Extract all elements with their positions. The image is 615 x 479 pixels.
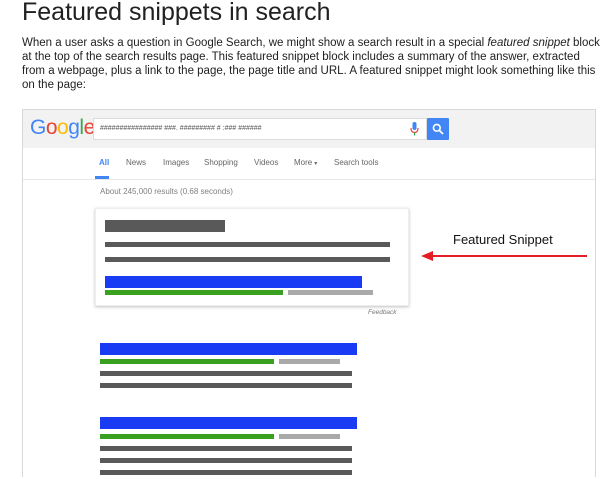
- result-text-line: [100, 470, 352, 475]
- logo-letter: o: [45, 116, 58, 139]
- logo-letter: G: [30, 116, 46, 139]
- intro-text-start: When a user asks a question in Google Se…: [22, 37, 488, 49]
- featured-snippet-card: [95, 208, 409, 306]
- search-header: Google ################ ###. ######### #…: [23, 110, 595, 148]
- snippet-text-line: [105, 257, 390, 262]
- snippet-url: [105, 290, 283, 295]
- search-tabs: All News Images Shopping Videos More ▾ Se…: [23, 148, 595, 180]
- search-query-text: ################ ###. ######### # :### #…: [100, 125, 262, 132]
- intro-paragraph: When a user asks a question in Google Se…: [22, 36, 602, 92]
- snippet-title-link[interactable]: [105, 276, 362, 288]
- intro-text-emphasis: featured snippet: [487, 37, 570, 49]
- active-tab-indicator: [95, 176, 109, 179]
- tab-more[interactable]: More ▾: [294, 158, 317, 167]
- search-icon: [432, 123, 444, 135]
- tab-shopping[interactable]: Shopping: [204, 158, 238, 167]
- search-button[interactable]: [427, 118, 449, 140]
- result-url-suffix: [279, 359, 340, 364]
- tab-news[interactable]: News: [126, 158, 146, 167]
- google-logo[interactable]: Google: [30, 116, 95, 140]
- tab-search-tools[interactable]: Search tools: [334, 158, 378, 167]
- result-text-line: [100, 371, 352, 376]
- result-text-line: [100, 446, 352, 451]
- result-text-line: [100, 383, 352, 388]
- search-input[interactable]: ################ ###. ######### # :### #…: [93, 118, 427, 140]
- result-text-line: [100, 458, 352, 463]
- results-count: About 245,000 results (0.68 seconds): [100, 187, 233, 196]
- chevron-down-icon: ▾: [314, 161, 318, 167]
- result-url: [100, 434, 274, 439]
- tab-images[interactable]: Images: [163, 158, 189, 167]
- tab-videos[interactable]: Videos: [254, 158, 278, 167]
- arrow-left-icon: [421, 251, 587, 261]
- result-url-suffix: [279, 434, 340, 439]
- feedback-link[interactable]: Feedback: [368, 309, 397, 316]
- page-title: Featured snippets in search: [22, 0, 331, 26]
- snippet-heading-placeholder: [105, 220, 225, 232]
- search-results-illustration: Google ################ ###. ######### #…: [22, 109, 596, 477]
- result-title-link[interactable]: [100, 417, 357, 429]
- result-title-link[interactable]: [100, 343, 357, 355]
- snippet-url-suffix: [288, 290, 373, 295]
- tab-all[interactable]: All: [99, 158, 109, 167]
- snippet-text-line: [105, 242, 390, 247]
- logo-letter: o: [57, 116, 69, 139]
- tab-more-label: More: [294, 158, 313, 167]
- featured-snippet-annotation: Featured Snippet: [453, 232, 553, 247]
- microphone-icon[interactable]: [410, 122, 419, 136]
- logo-letter: g: [68, 116, 80, 139]
- result-url: [100, 359, 274, 364]
